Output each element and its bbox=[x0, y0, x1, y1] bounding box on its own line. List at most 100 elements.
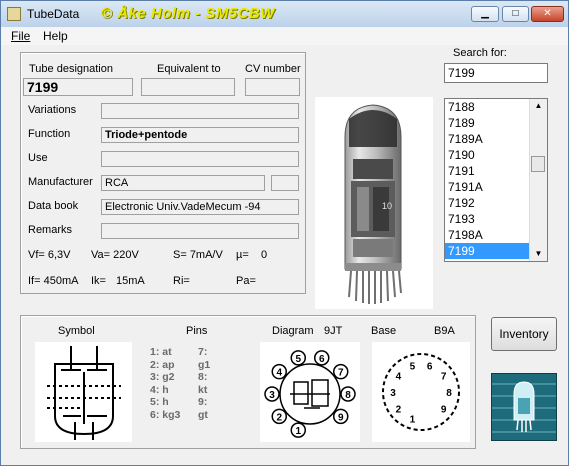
pin-number: 3 bbox=[269, 390, 275, 401]
tube-list-item[interactable]: 7193 bbox=[445, 211, 531, 227]
pin-number: 7 bbox=[338, 368, 344, 379]
scroll-down-icon[interactable]: ▼ bbox=[530, 247, 547, 261]
author-banner: © Åke Holm - SM5CBW bbox=[101, 5, 275, 22]
pin-number: 4 bbox=[276, 368, 282, 379]
minimize-icon: ▁ bbox=[481, 8, 489, 19]
tube-list-item[interactable]: 7192 bbox=[445, 195, 531, 211]
spec-mu-label: µ= bbox=[236, 249, 249, 261]
equivalent-field[interactable] bbox=[141, 78, 235, 96]
pin-diagram-image: 1 234 5 6 789 bbox=[264, 350, 356, 438]
maximize-button[interactable]: □ bbox=[502, 6, 529, 22]
list-scrollbar[interactable]: ▲ ▼ bbox=[529, 99, 547, 261]
pin-number: 6 bbox=[427, 361, 433, 372]
pin-number: 3 bbox=[390, 388, 396, 399]
tube-list-item[interactable]: 7198A bbox=[445, 227, 531, 243]
spec-s: S= 7mA/V bbox=[173, 249, 223, 261]
search-input[interactable]: 7199 bbox=[444, 63, 548, 83]
designation-field[interactable]: 7199 bbox=[23, 78, 133, 96]
menu-help[interactable]: Help bbox=[43, 29, 68, 43]
pin-number: 5 bbox=[410, 361, 416, 372]
tube-list-item[interactable]: 7191A bbox=[445, 179, 531, 195]
pins-column-2: 7: g1 8: kt 9: gt bbox=[198, 346, 218, 421]
base-code: B9A bbox=[434, 325, 455, 337]
tube-list[interactable]: 7188 7189 7189A 7190 7191 7191A 7192 7193 7198A 7… bbox=[444, 98, 548, 262]
close-button[interactable]: ✕ bbox=[531, 6, 564, 22]
manufacturer-code-field[interactable] bbox=[271, 175, 299, 191]
spec-ik-value: 15mA bbox=[116, 275, 145, 287]
equivalent-label: Equivalent to bbox=[157, 63, 221, 75]
symbol-panel bbox=[35, 342, 132, 442]
pin-entry: 7: g1 bbox=[198, 346, 211, 371]
function-field[interactable]: Triode+pentode bbox=[101, 127, 299, 143]
variations-label: Variations bbox=[28, 104, 77, 116]
pin-number: 4 bbox=[396, 372, 402, 383]
use-label: Use bbox=[28, 152, 48, 164]
pin-entry: 1: at bbox=[150, 346, 172, 358]
databook-field[interactable]: Electronic Univ.VadeMecum -94 bbox=[101, 199, 299, 215]
spec-ri: Ri= bbox=[173, 275, 190, 287]
diagram-code: 9JT bbox=[324, 325, 343, 337]
minimize-button[interactable]: ▁ bbox=[471, 6, 499, 22]
pins-panel: 1: at 2: ap 3: g2 4: h 5: h 6: kg3 7: g1 8: kt… bbox=[148, 342, 218, 442]
pin-number: 8 bbox=[446, 388, 452, 399]
pin-entry: 6: kg3 bbox=[150, 408, 181, 421]
tube-list-item[interactable]: 7188 bbox=[445, 99, 531, 115]
base-label: Base bbox=[371, 325, 397, 337]
tube-photo-image: 10 bbox=[315, 97, 433, 309]
tube-list-item[interactable]: 7190 bbox=[445, 147, 531, 163]
tube-info-group: Tube designation Equivalent to CV number… bbox=[20, 52, 306, 294]
pin-number: 6 bbox=[319, 354, 325, 365]
tubedata-window: TubeData © Åke Holm - SM5CBW ▁ □ ✕ File … bbox=[0, 0, 569, 466]
tube-list-item[interactable]: 7189A bbox=[445, 131, 531, 147]
pin-entry: 2: ap bbox=[150, 358, 175, 371]
spec-pa: Pa= bbox=[236, 275, 256, 287]
svg-text:10: 10 bbox=[382, 201, 392, 211]
scroll-up-icon[interactable]: ▲ bbox=[530, 99, 547, 113]
pin-number: 8 bbox=[345, 390, 351, 401]
variations-field[interactable] bbox=[101, 103, 299, 119]
tube-list-item[interactable]: 7191 bbox=[445, 163, 531, 179]
designation-label: Tube designation bbox=[29, 63, 113, 75]
spec-mu-value: 0 bbox=[261, 249, 268, 261]
pin-number: 1 bbox=[295, 426, 301, 437]
logo-tube-icon bbox=[492, 374, 556, 440]
function-label: Function bbox=[28, 128, 71, 140]
cv-number-label: CV number bbox=[245, 63, 301, 75]
diagram-panel: 1 234 5 6 789 bbox=[260, 342, 360, 442]
spec-va: Va= 220V bbox=[91, 249, 139, 261]
databook-label: Data book bbox=[28, 200, 79, 212]
spec-vf: Vf= 6,3V bbox=[28, 249, 71, 261]
inventory-button[interactable]: Inventory bbox=[491, 317, 557, 351]
scroll-thumb[interactable] bbox=[531, 156, 545, 172]
base-panel: 1234567 8 9 bbox=[372, 342, 470, 442]
use-field[interactable] bbox=[101, 151, 299, 167]
cv-number-field[interactable] bbox=[245, 78, 300, 96]
app-logo bbox=[491, 373, 557, 441]
tube-list-item[interactable]: 7189 bbox=[445, 115, 531, 131]
remarks-label: Remarks bbox=[28, 224, 73, 236]
diagram-group: Symbol Pins Diagram 9JT Base B9A 1: at 2… bbox=[20, 315, 476, 449]
manufacturer-label: Manufacturer bbox=[28, 176, 93, 188]
spec-if: If= 450mA bbox=[28, 275, 79, 287]
pin-entry: 4: h bbox=[150, 383, 169, 396]
maximize-icon: □ bbox=[512, 8, 519, 19]
pin-number: 2 bbox=[396, 404, 402, 415]
menu-file[interactable]: File bbox=[11, 29, 30, 43]
pin-entry: 3: g2 bbox=[150, 371, 175, 383]
search-label: Search for: bbox=[453, 47, 507, 59]
spec-ik-label: Ik= bbox=[91, 275, 106, 287]
remarks-field[interactable] bbox=[101, 223, 299, 239]
pin-entry: 9: gt bbox=[198, 396, 208, 421]
window-title: TubeData bbox=[27, 7, 80, 21]
pin-number: 1 bbox=[410, 415, 416, 426]
tube-photo: 10 bbox=[315, 97, 433, 309]
close-icon: ✕ bbox=[543, 8, 552, 19]
manufacturer-field[interactable]: RCA bbox=[101, 175, 265, 191]
tube-list-item[interactable]: 7199 bbox=[445, 243, 531, 259]
title-bar: TubeData © Åke Holm - SM5CBW ▁ □ ✕ bbox=[1, 1, 568, 27]
pin-entry: 5: h bbox=[150, 396, 169, 408]
menu-bar: File Help bbox=[1, 27, 568, 45]
tube-list-items: 7188 7189 7189A 7190 7191 7191A 7192 7193 7198A 7… bbox=[445, 99, 531, 259]
pin-number: 9 bbox=[338, 412, 344, 423]
app-icon bbox=[7, 7, 21, 21]
